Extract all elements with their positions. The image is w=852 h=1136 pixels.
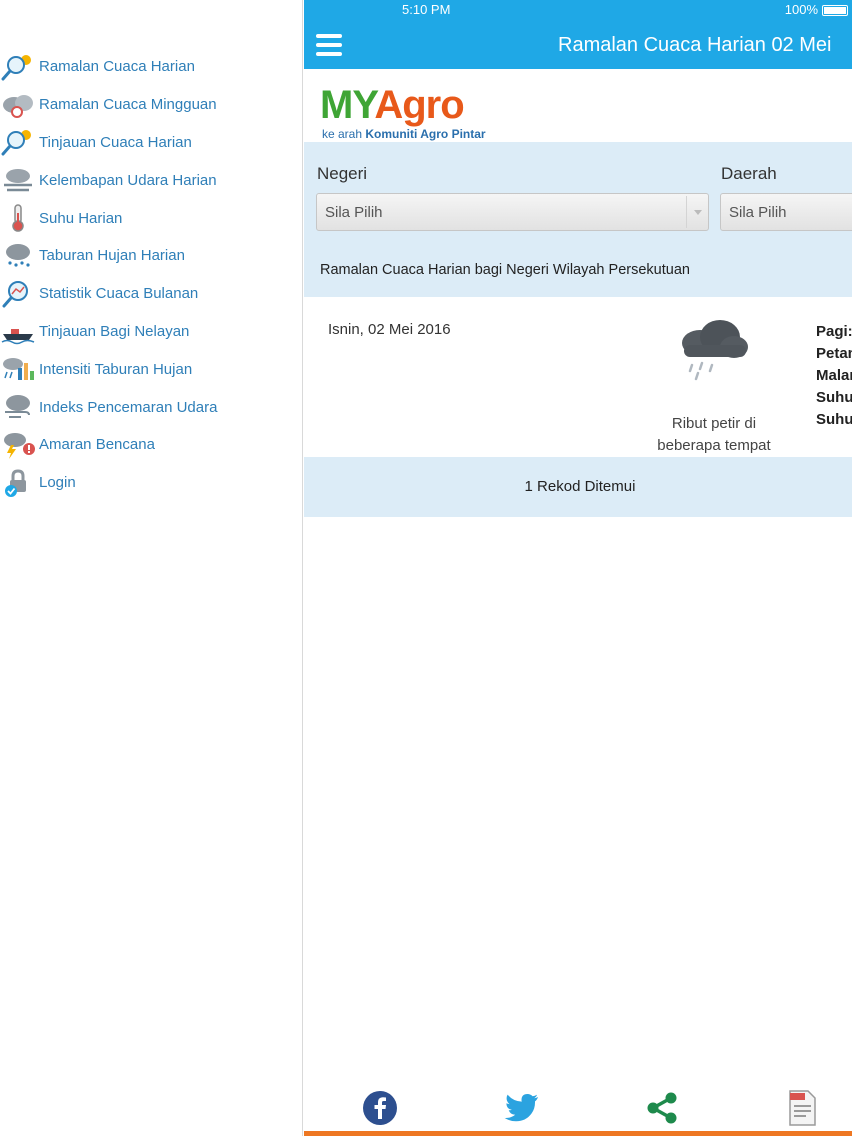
cloud-calendar-icon — [0, 90, 36, 120]
negeri-select[interactable]: Sila Pilih — [316, 193, 709, 231]
sidebar-item-label: Tinjauan Bagi Nelayan — [39, 322, 190, 340]
sidebar-item-tinjauan-bagi-nelayan[interactable]: Tinjauan Bagi Nelayan — [0, 313, 302, 351]
sidebar-item-label: Kelembapan Udara Harian — [39, 171, 217, 189]
sidebar-item-kelembapan-udara-harian[interactable]: Kelembapan Udara Harian — [0, 161, 302, 199]
daerah-label: Daerah — [721, 164, 777, 183]
myagro-logo: MYAgro — [320, 83, 465, 128]
pdf-icon[interactable] — [782, 1088, 822, 1128]
footer-share-bar — [304, 1080, 852, 1136]
sidebar-item-label: Tinjauan Cuaca Harian — [39, 133, 192, 151]
share-icon[interactable] — [642, 1088, 682, 1128]
sidebar-item-login[interactable]: Login — [0, 464, 302, 502]
sidebar-item-label: Indeks Pencemaran Udara — [39, 398, 218, 416]
status-bar: 5:10 PM 100% — [304, 0, 852, 20]
forecast-description: Ribut petir di beberapa tempat — [639, 413, 789, 457]
sidebar-item-label: Statistik Cuaca Bulanan — [39, 285, 199, 303]
cloud-rain-icon — [676, 317, 752, 381]
negeri-label: Negeri — [317, 164, 368, 183]
page-title: Ramalan Cuaca Harian 02 Mei — [558, 34, 832, 56]
label-suhu-max: Suhu — [816, 411, 852, 428]
chevron-down-icon — [686, 196, 708, 228]
magnifier-sun-icon — [0, 127, 36, 157]
sidebar-item-label: Amaran Bencana — [39, 436, 155, 454]
status-time: 5:10 PM — [402, 2, 451, 17]
cloud-rain-icon — [0, 241, 36, 271]
records-count: 1 Rekod Ditemui — [524, 478, 636, 495]
records-bar: 1 Rekod Ditemui — [304, 457, 852, 517]
forecast-detail-labels: Pagi: Petang Malam Suhu Suhu — [816, 321, 852, 431]
label-malam: Malam — [816, 367, 852, 384]
sidebar-item-ramalan-cuaca-mingguan[interactable]: Ramalan Cuaca Mingguan — [0, 86, 302, 124]
sidebar-item-tinjauan-cuaca-harian[interactable]: Tinjauan Cuaca Harian — [0, 124, 302, 162]
logo-agro: Agro — [374, 83, 464, 127]
sidebar-item-amaran-bencana[interactable]: Amaran Bencana — [0, 426, 302, 464]
sidebar-item-suhu-harian[interactable]: Suhu Harian — [0, 199, 302, 237]
logo-area: MYAgro ke arah Komuniti Agro Pintar — [304, 69, 852, 142]
forecast-desc-line2: beberapa tempat — [657, 437, 771, 454]
sidebar-item-indeks-pencemaran-udara[interactable]: Indeks Pencemaran Udara — [0, 388, 302, 426]
rain-chart-icon — [0, 354, 36, 384]
thermometer-icon — [0, 203, 36, 233]
twitter-icon[interactable] — [502, 1088, 542, 1128]
battery-percent: 100% — [784, 2, 818, 17]
cloud-wind-icon — [0, 392, 36, 422]
sidebar-item-label: Taburan Hujan Harian — [39, 247, 185, 265]
sidebar-menu: Ramalan Cuaca Harian Ramalan Cuaca Mingg… — [0, 48, 302, 502]
lock-check-icon — [0, 468, 36, 498]
sidebar-item-label: Intensiti Taburan Hujan — [39, 360, 193, 378]
sidebar-item-taburan-hujan-harian[interactable]: Taburan Hujan Harian — [0, 237, 302, 275]
sidebar-item-intensiti-taburan-hujan[interactable]: Intensiti Taburan Hujan — [0, 350, 302, 388]
sidebar-item-statistik-cuaca-bulanan[interactable]: Statistik Cuaca Bulanan — [0, 275, 302, 313]
battery-icon — [822, 5, 848, 16]
storm-warning-icon — [0, 430, 36, 460]
logo-tagline: ke arah Komuniti Agro Pintar — [322, 127, 486, 141]
sidebar-item-label: Ramalan Cuaca Harian — [39, 58, 195, 76]
daerah-select[interactable]: Sila Pilih — [720, 193, 852, 231]
forecast-row: Isnin, 02 Mei 2016 Ribut petir di bebera… — [304, 297, 852, 457]
sidebar-item-ramalan-cuaca-harian[interactable]: Ramalan Cuaca Harian — [0, 48, 302, 86]
tagline-bold: Komuniti Agro Pintar — [365, 127, 486, 141]
logo-my: MY — [320, 83, 375, 127]
sidebar-item-label: Login — [39, 474, 76, 492]
magnifier-sun-icon — [0, 52, 36, 82]
sidebar-item-label: Suhu Harian — [39, 209, 123, 227]
label-petang: Petang — [816, 345, 852, 362]
footer-accent-line — [304, 1131, 852, 1136]
filter-area: Negeri Sila Pilih Daerah Sila Pilih Rama… — [304, 142, 852, 297]
top-bar: 5:10 PM 100% Ramalan Cuaca Harian 02 Mei — [304, 0, 852, 69]
main-panel: 5:10 PM 100% Ramalan Cuaca Harian 02 Mei… — [304, 0, 852, 1136]
cloud-fog-icon — [0, 165, 36, 195]
sidebar-item-label: Ramalan Cuaca Mingguan — [39, 96, 217, 114]
forecast-desc-line1: Ribut petir di — [671, 415, 757, 432]
label-pagi: Pagi: — [816, 323, 852, 340]
menu-toggle-button[interactable] — [316, 34, 342, 56]
forecast-date: Isnin, 02 Mei 2016 — [328, 321, 451, 338]
label-suhu-min: Suhu — [816, 389, 852, 406]
magnifier-chart-icon — [0, 279, 36, 309]
facebook-icon[interactable] — [360, 1088, 400, 1128]
negeri-select-value: Sila Pilih — [325, 204, 383, 221]
tagline-prefix: ke arah — [322, 127, 366, 141]
sidebar: Ramalan Cuaca Harian Ramalan Cuaca Mingg… — [0, 0, 303, 1136]
region-title: Ramalan Cuaca Harian bagi Negeri Wilayah… — [320, 262, 690, 278]
boat-icon — [0, 316, 36, 346]
daerah-select-value: Sila Pilih — [729, 204, 787, 221]
